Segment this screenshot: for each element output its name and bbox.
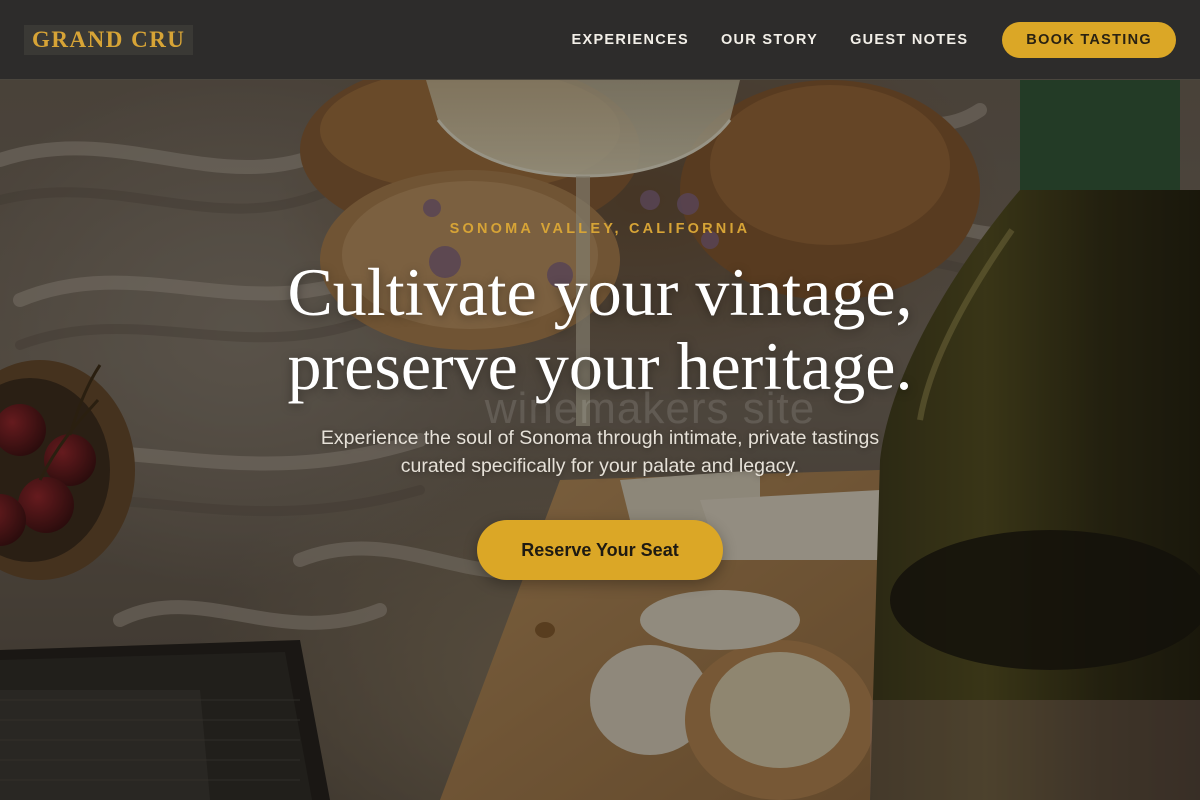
nav-link-our-story[interactable]: OUR STORY [721,32,818,48]
nav-link-experiences[interactable]: EXPERIENCES [572,32,689,48]
hero-subtitle: Experience the soul of Sonoma through in… [0,424,1200,480]
hero-headline-line-2: preserve your heritage. [287,328,913,404]
hero-subtitle-line-2: curated specifically for your palate and… [400,455,800,477]
hero-headline-line-1: Cultivate your vintage, [287,254,913,330]
brand-logo[interactable]: GRAND CRU [24,24,194,55]
hero-headline: Cultivate your vintage, preserve your he… [0,255,1200,403]
top-navbar: GRAND CRU EXPERIENCES OUR STORY GUEST NO… [0,0,1200,80]
book-tasting-button[interactable]: BOOK TASTING [1002,21,1176,58]
hero-subtitle-line-1: Experience the soul of Sonoma through in… [320,427,880,449]
nav-link-guest-notes[interactable]: GUEST NOTES [850,32,968,48]
reserve-seat-button[interactable]: Reserve Your Seat [477,520,723,580]
hero-section: SONOMA VALLEY, CALIFORNIA Cultivate your… [0,0,1200,800]
hero-eyebrow-location: SONOMA VALLEY, CALIFORNIA [449,221,751,237]
main-nav: EXPERIENCES OUR STORY GUEST NOTES BOOK T… [540,21,1176,58]
